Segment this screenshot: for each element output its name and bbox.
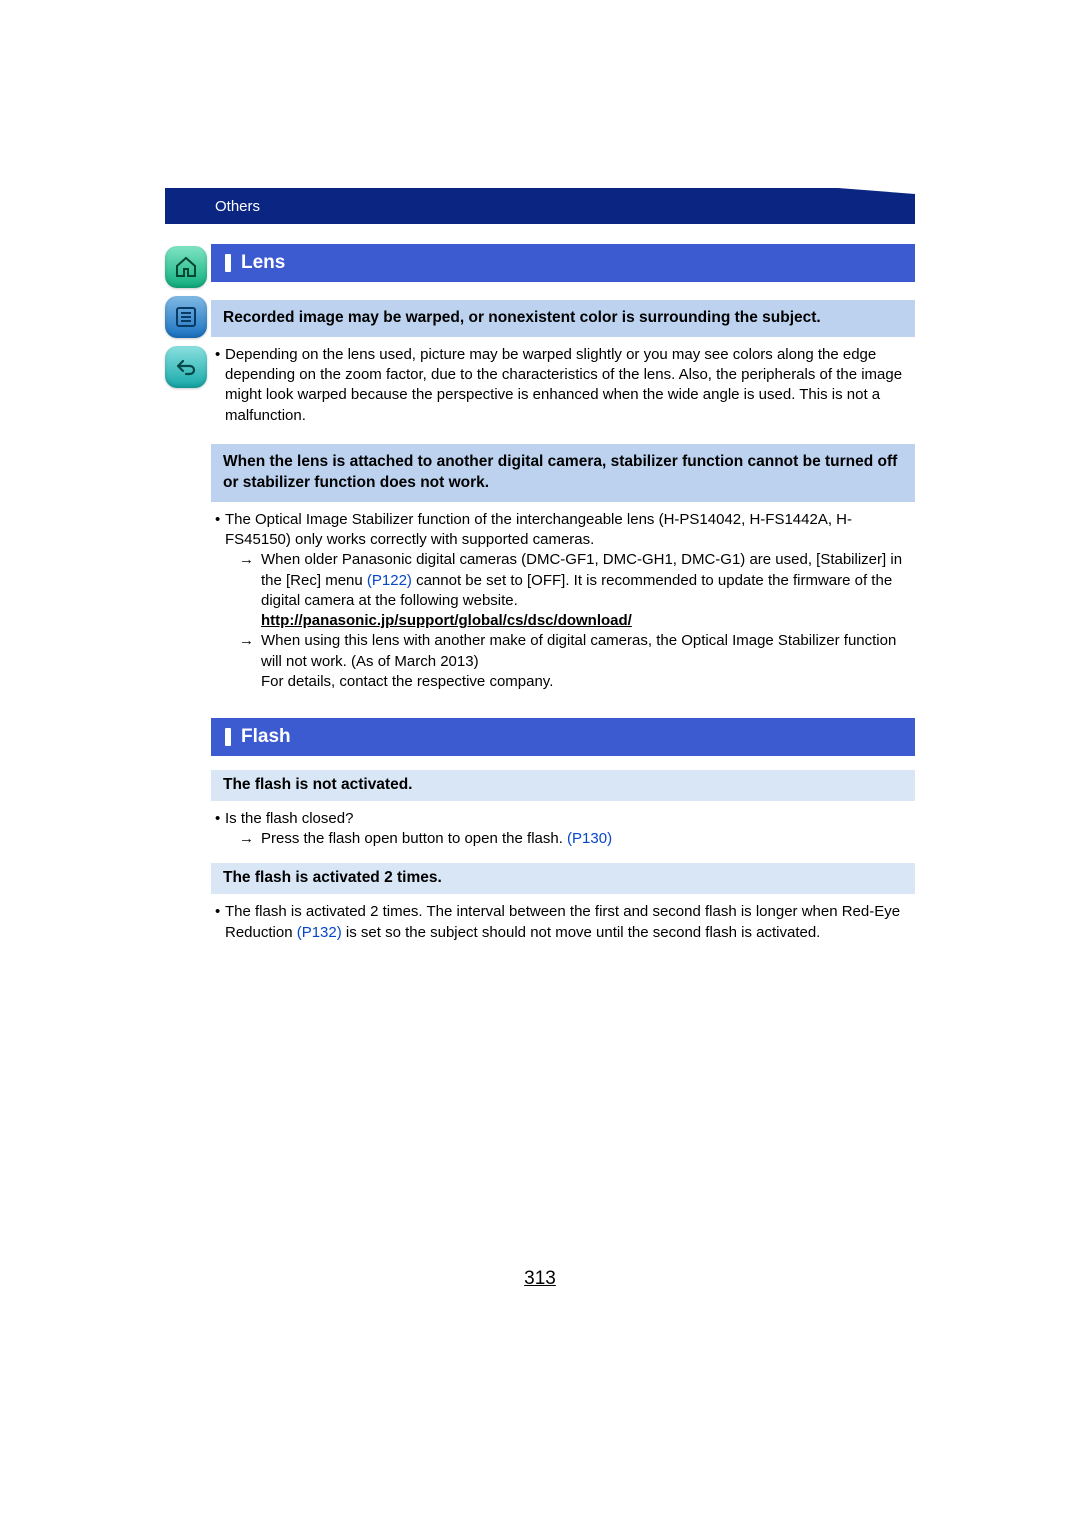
- faq-question: When the lens is attached to another dig…: [211, 444, 915, 502]
- section-flash-heading: Flash: [211, 718, 915, 756]
- faq-question: The flash is not activated.: [211, 770, 915, 801]
- external-url[interactable]: http://panasonic.jp/support/global/cs/ds…: [261, 612, 632, 629]
- heading-bar: [225, 728, 231, 746]
- section-title: Flash: [241, 726, 291, 748]
- page-link-p132[interactable]: (P132): [297, 924, 342, 941]
- heading-bar: [225, 254, 231, 272]
- arrow-icon: →: [239, 631, 261, 692]
- faq-answer: • The Optical Image Stabilizer function …: [211, 510, 915, 692]
- section-title: Lens: [241, 252, 285, 274]
- faq-answer: • The flash is activated 2 times. The in…: [211, 902, 915, 943]
- arrow-icon: →: [239, 550, 261, 631]
- faq-question: Recorded image may be warped, or nonexis…: [211, 300, 915, 337]
- page-number: 313: [165, 1268, 915, 1290]
- section-lens-heading: Lens: [211, 244, 915, 282]
- bullet-icon: •: [215, 902, 225, 943]
- page-link-p122[interactable]: (P122): [367, 572, 412, 589]
- arrow-icon: →: [239, 829, 261, 849]
- chapter-header: Others: [165, 188, 915, 224]
- bullet-icon: •: [215, 345, 225, 426]
- faq-answer: • Is the flash closed? → Press the flash…: [211, 809, 915, 850]
- chapter-label: Others: [215, 198, 260, 215]
- bullet-icon: •: [215, 809, 225, 829]
- bullet-icon: •: [215, 510, 225, 551]
- faq-answer: • Depending on the lens used, picture ma…: [211, 345, 915, 426]
- decoration: [735, 180, 915, 194]
- faq-question: The flash is activated 2 times.: [211, 863, 915, 894]
- page-link-p130[interactable]: (P130): [567, 830, 612, 847]
